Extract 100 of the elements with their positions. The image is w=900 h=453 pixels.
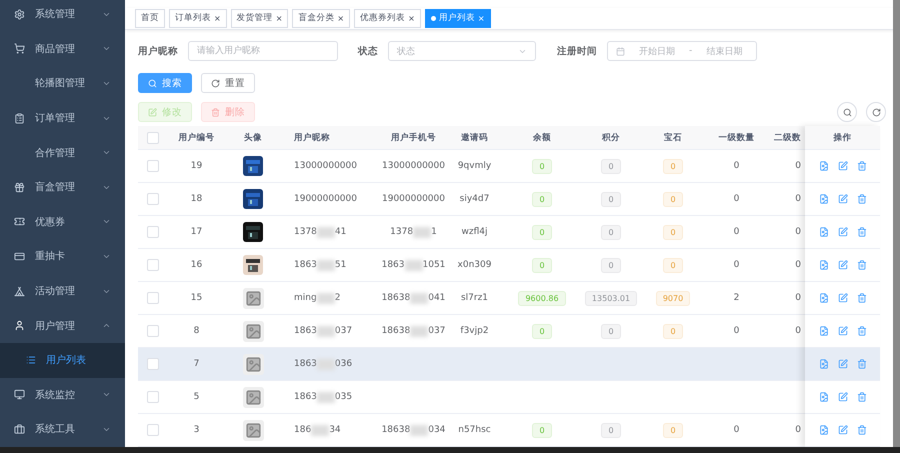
- table-cell: 5: [194, 392, 200, 402]
- value-tag: 0: [532, 324, 552, 338]
- checkbox[interactable]: [147, 391, 159, 403]
- picture-icon[interactable]: [818, 392, 828, 402]
- trash-icon: [211, 108, 220, 116]
- menu-icon: [14, 112, 25, 124]
- scrollbar[interactable]: [893, 0, 900, 447]
- edit-icon[interactable]: [838, 392, 848, 402]
- value-tag: 0: [532, 258, 552, 272]
- sidebar-item[interactable]: 订单管理: [0, 100, 125, 136]
- sidebar-subitem[interactable]: 用户列表: [0, 342, 125, 378]
- value-tag: 0: [663, 224, 683, 240]
- picture-icon[interactable]: [818, 161, 828, 171]
- trash-icon[interactable]: [856, 359, 866, 369]
- close-icon[interactable]: ×: [214, 14, 221, 23]
- edit-icon[interactable]: [838, 425, 848, 435]
- sidebar-item[interactable]: 活动管理: [0, 274, 125, 308]
- trash-icon[interactable]: [856, 293, 866, 303]
- picture-icon[interactable]: [818, 326, 828, 336]
- sidebar-item[interactable]: 优惠券: [0, 204, 125, 240]
- nickname-field[interactable]: 请输入用户昵称: [188, 41, 338, 62]
- checkbox[interactable]: [147, 358, 159, 370]
- checkbox[interactable]: [147, 226, 159, 238]
- picture-icon[interactable]: [818, 293, 828, 303]
- menu-icon: [14, 8, 25, 20]
- table-cell: f3vjp2: [460, 326, 489, 336]
- trash-icon[interactable]: [856, 260, 866, 270]
- value-tag: 0: [663, 158, 683, 174]
- edit-icon[interactable]: [838, 326, 848, 336]
- table-cell: sl7rz1: [460, 293, 488, 303]
- edit-icon[interactable]: [838, 293, 848, 303]
- table-cell: 19000000000: [294, 194, 357, 204]
- edit-icon[interactable]: [838, 260, 848, 270]
- column-header: 二级数: [774, 132, 801, 144]
- search-button[interactable]: [837, 102, 857, 122]
- image-icon: [242, 420, 264, 440]
- menu-icon: [14, 216, 25, 228]
- trash-icon[interactable]: [856, 227, 866, 237]
- tab[interactable]: 优惠券列表 ×: [354, 8, 421, 28]
- picture-icon[interactable]: [818, 260, 828, 270]
- refresh-button[interactable]: [866, 102, 886, 122]
- reset-button[interactable]: 重置: [201, 73, 255, 93]
- refresh-icon: [872, 108, 880, 116]
- sidebar-item[interactable]: 用户管理: [0, 308, 125, 343]
- picture-icon[interactable]: [818, 194, 828, 204]
- value-tag: 0: [532, 158, 552, 174]
- picture-icon[interactable]: [818, 227, 828, 237]
- sidebar-item[interactable]: 系统工具: [0, 412, 125, 447]
- menu-icon: [14, 250, 25, 262]
- table-cell: 1863 037: [294, 326, 352, 336]
- sidebar-item[interactable]: 系统管理: [0, 0, 125, 32]
- table-cell: 1378 41: [294, 226, 346, 238]
- sidebar-item[interactable]: 重抽卡: [0, 239, 125, 274]
- checkbox[interactable]: [147, 160, 159, 172]
- table-cell: 18: [190, 194, 202, 204]
- trash-icon[interactable]: [856, 425, 866, 435]
- picture-icon[interactable]: [818, 425, 828, 435]
- tab[interactable]: 盲盒分类 ×: [292, 8, 350, 28]
- edit-icon[interactable]: [838, 194, 848, 204]
- checkbox[interactable]: [147, 259, 159, 271]
- column-header: 操作: [834, 132, 852, 144]
- value-tag: 9600.86: [518, 290, 566, 306]
- close-icon[interactable]: ×: [337, 14, 344, 23]
- tab[interactable]: 首页: [135, 8, 165, 28]
- edit-icon: [148, 108, 157, 116]
- edit-icon[interactable]: [838, 359, 848, 369]
- table-cell: 2: [734, 293, 740, 303]
- sidebar-item[interactable]: 盲盒管理: [0, 170, 125, 205]
- close-icon[interactable]: ×: [276, 14, 282, 23]
- close-icon[interactable]: ×: [478, 14, 485, 23]
- sidebar-item[interactable]: 轮播图管理: [0, 66, 125, 101]
- checkbox[interactable]: [147, 132, 159, 144]
- checkbox[interactable]: [147, 292, 159, 304]
- picture-icon[interactable]: [818, 359, 828, 369]
- checkbox[interactable]: [147, 424, 159, 436]
- trash-icon[interactable]: [856, 392, 866, 402]
- menu-icon: [14, 424, 25, 435]
- trash-icon[interactable]: [856, 326, 866, 336]
- trash-icon[interactable]: [856, 161, 866, 171]
- edit-icon[interactable]: [838, 161, 848, 171]
- value-tag: 0: [601, 422, 621, 438]
- edit-icon[interactable]: [838, 227, 848, 237]
- table-cell: 1378 1: [390, 226, 437, 238]
- sidebar-item[interactable]: 系统监控: [0, 378, 125, 412]
- tab[interactable]: 订单列表 ×: [169, 8, 227, 28]
- checkbox[interactable]: [147, 193, 159, 205]
- sidebar-item[interactable]: 商品管理: [0, 32, 125, 66]
- table-cell: 0: [734, 425, 740, 435]
- list-icon: [26, 355, 36, 366]
- value-tag: 13503.01: [584, 290, 638, 306]
- column-header: 用户编号: [178, 132, 214, 144]
- close-icon[interactable]: ×: [408, 14, 415, 23]
- tab[interactable]: 用户列表 ×: [424, 8, 491, 28]
- sidebar-item[interactable]: 合作管理: [0, 135, 125, 170]
- table-cell: 18638 034: [382, 424, 446, 436]
- value-tag: 0: [532, 422, 552, 438]
- trash-icon[interactable]: [856, 194, 866, 204]
- checkbox[interactable]: [147, 325, 159, 337]
- tab[interactable]: 发货管理 ×: [230, 8, 288, 28]
- table-cell: 15: [190, 293, 202, 303]
